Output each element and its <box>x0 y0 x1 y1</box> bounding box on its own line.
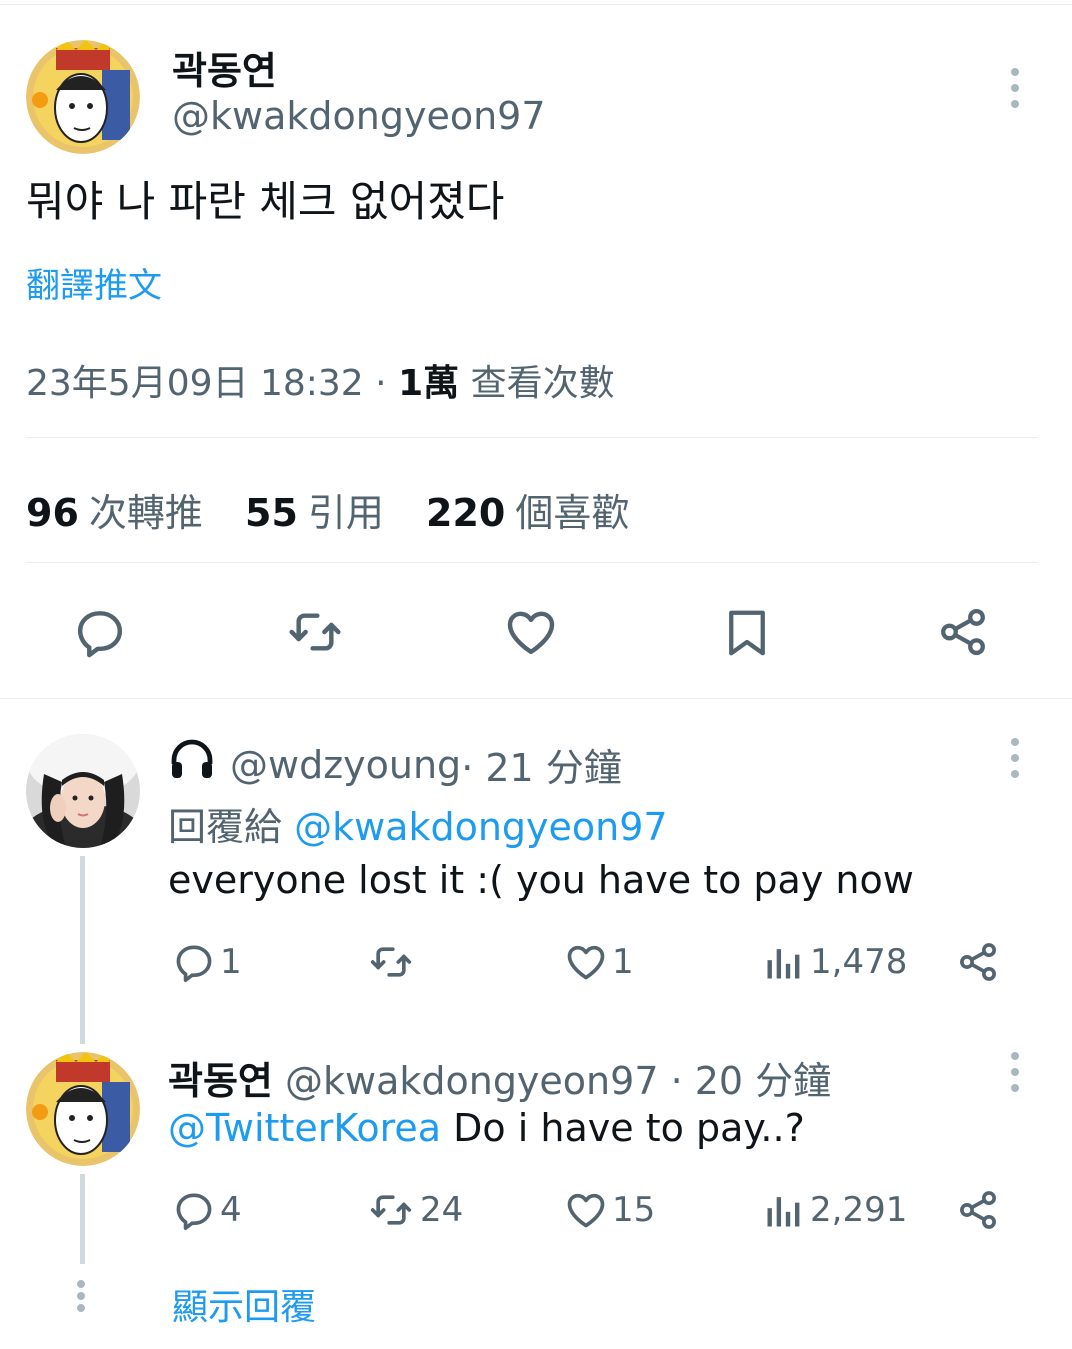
reply-button[interactable]: 1 <box>172 940 242 984</box>
likes-stat[interactable]: 220 個喜歡 <box>426 491 629 535</box>
reply-time[interactable]: · 20 分鐘 <box>659 1059 832 1103</box>
like-count: 15 <box>612 1190 656 1230</box>
replying-label: 回覆給 <box>168 805 295 849</box>
like-icon[interactable] <box>503 604 559 664</box>
thread-line <box>80 1174 85 1264</box>
retweet-button[interactable] <box>366 940 420 984</box>
replying-to: 回覆給 @kwakdongyeon97 <box>168 796 668 851</box>
retweets-stat[interactable]: 96 次轉推 <box>26 491 203 535</box>
top-divider <box>0 4 1072 5</box>
more-options-icon[interactable] <box>1011 738 1021 786</box>
retweet-count: 24 <box>420 1190 464 1230</box>
quotes-label: 引用 <box>307 491 384 535</box>
author-handle[interactable]: @kwakdongyeon97 <box>172 94 546 138</box>
headphones-icon <box>168 736 216 793</box>
analytics-icon <box>767 1197 800 1227</box>
replying-to-mention[interactable]: @kwakdongyeon97 <box>294 805 668 849</box>
thread-ellipsis-icon <box>77 1280 87 1316</box>
show-replies-link[interactable]: 顯示回覆 <box>172 1278 316 1330</box>
actions-divider <box>0 698 1072 699</box>
view-count: 1,478 <box>810 942 908 982</box>
like-icon <box>567 1193 605 1228</box>
author-display-name[interactable]: 곽동연 <box>172 40 277 95</box>
reply-text: everyone lost it :( you have to pay now <box>168 858 914 902</box>
view-count: 2,291 <box>810 1190 908 1230</box>
reply-header: @wdzyoung · 21 分鐘 <box>168 736 622 793</box>
reply-avatar-kwakdongyeon97[interactable] <box>26 1052 140 1166</box>
tweet-text: 뭐야 나 파란 체크 없어졌다 <box>26 177 505 226</box>
reply-avatar-wdzyoung[interactable] <box>26 734 140 848</box>
reply-body: Do i have to pay..? <box>441 1106 805 1150</box>
reply-count: 4 <box>220 1190 242 1230</box>
reply-handle[interactable]: @kwakdongyeon97 <box>285 1059 659 1103</box>
more-options-icon[interactable] <box>1011 68 1021 116</box>
reply-display-name[interactable]: 곽동연 <box>168 1059 273 1103</box>
like-button[interactable]: 1 <box>564 940 634 984</box>
tweet-meta: 23年5月09日 18:32 · 1萬 查看次數 <box>26 354 615 406</box>
views-button[interactable]: 1,478 <box>762 940 907 984</box>
analytics-icon <box>767 949 800 979</box>
views-label: 查看次數 <box>459 363 615 404</box>
reply-handle[interactable]: @wdzyoung <box>230 743 461 787</box>
retweet-icon[interactable] <box>284 604 346 664</box>
views-count: 1萬 <box>398 363 460 404</box>
likes-count: 220 <box>426 491 506 535</box>
stats-divider <box>26 562 1038 563</box>
mention-link[interactable]: @TwitterKorea <box>168 1106 441 1150</box>
tweet-stats: 96 次轉推 55 引用 220 個喜歡 <box>26 482 629 537</box>
reply-text: @TwitterKorea Do i have to pay..? <box>168 1106 805 1150</box>
share-icon[interactable] <box>936 604 990 664</box>
retweet-button[interactable]: 24 <box>366 1188 463 1232</box>
retweet-icon <box>370 947 412 977</box>
retweets-count: 96 <box>26 491 79 535</box>
quotes-count: 55 <box>245 491 298 535</box>
bookmark-icon[interactable] <box>720 604 774 666</box>
meta-separator: · <box>363 363 399 404</box>
reply-icon <box>176 1193 212 1230</box>
reply-icon[interactable] <box>72 604 128 664</box>
meta-divider <box>26 437 1038 438</box>
quotes-stat[interactable]: 55 引用 <box>245 491 384 535</box>
share-icon[interactable] <box>956 1188 1000 1236</box>
like-icon <box>567 945 605 980</box>
retweets-label: 次轉推 <box>88 491 203 535</box>
share-icon[interactable] <box>956 940 1000 988</box>
reply-header: 곽동연 @kwakdongyeon97 · 20 分鐘 <box>168 1050 831 1105</box>
reply-time[interactable]: · 21 分鐘 <box>461 737 622 792</box>
reply-button[interactable]: 4 <box>172 1188 242 1232</box>
like-button[interactable]: 15 <box>564 1188 655 1232</box>
retweet-icon <box>370 1195 412 1225</box>
more-options-icon[interactable] <box>1011 1052 1021 1100</box>
tweet-timestamp[interactable]: 23年5月09日 18:32 <box>26 363 364 404</box>
translate-tweet-link[interactable]: 翻譯推文 <box>26 258 162 307</box>
author-avatar[interactable] <box>26 40 140 154</box>
like-count: 1 <box>612 942 634 982</box>
reply-count: 1 <box>220 942 242 982</box>
reply-icon <box>176 945 212 982</box>
views-button[interactable]: 2,291 <box>762 1188 907 1232</box>
likes-label: 個喜歡 <box>515 491 630 535</box>
thread-line <box>80 856 85 1044</box>
